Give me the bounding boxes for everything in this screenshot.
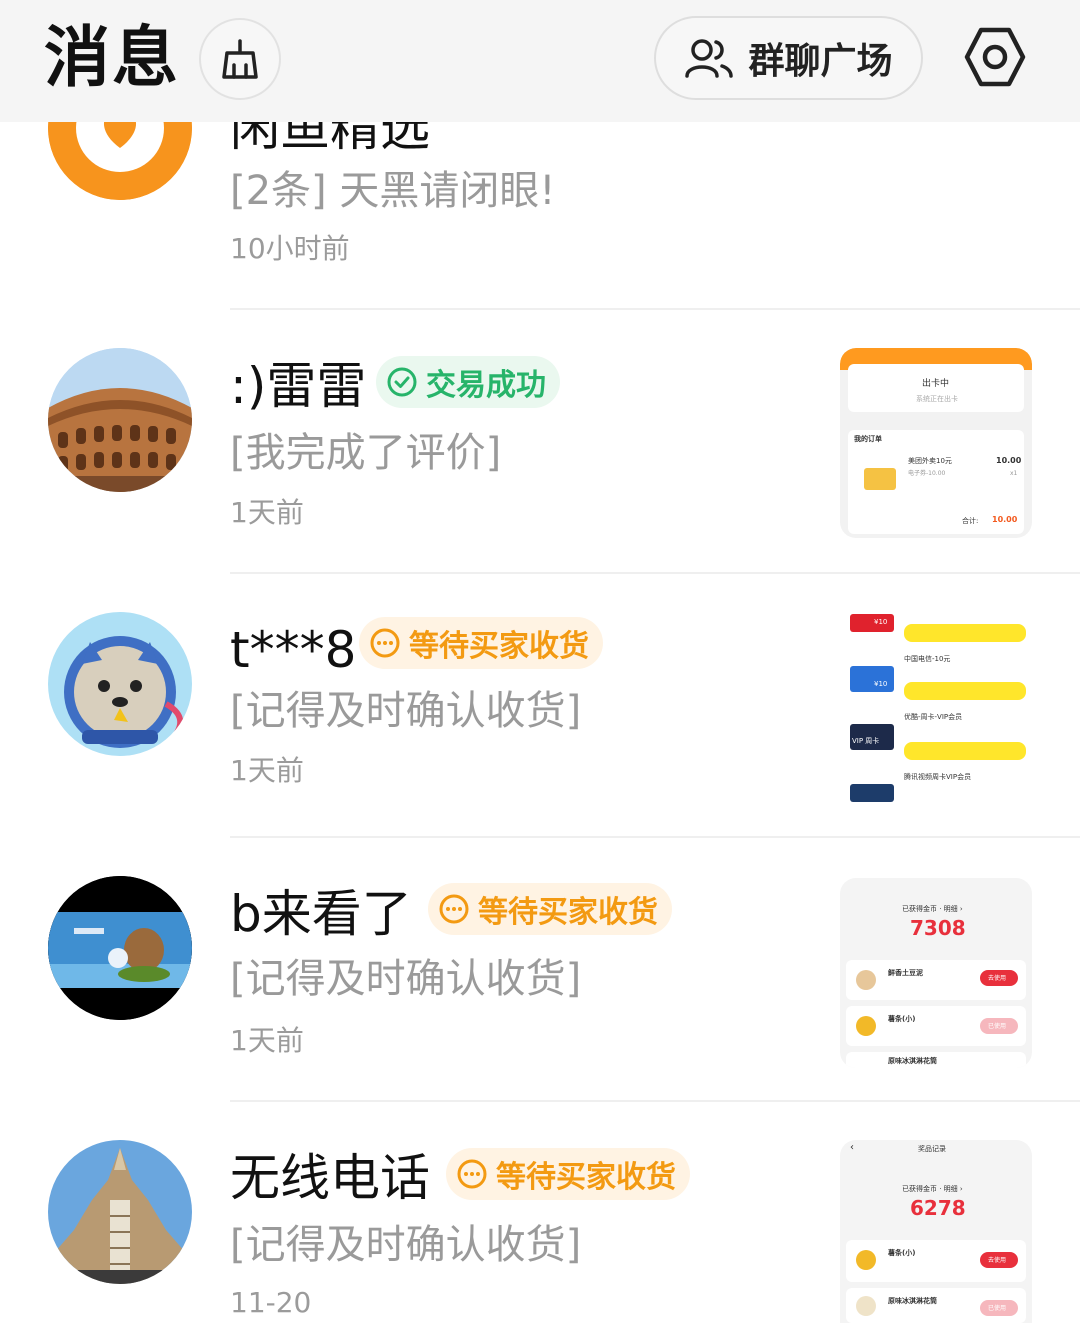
- users-icon: [685, 39, 734, 78]
- status-text: 等待买家收货: [478, 895, 658, 930]
- top-bar: 消息 群聊广场: [0, 0, 1080, 122]
- thumb-item: 薯条(小): [888, 1249, 916, 1257]
- status-text: 交易成功: [426, 368, 546, 403]
- colosseum-photo: [48, 348, 192, 492]
- chevron-left-icon: ‹: [850, 1142, 854, 1153]
- video-frame-avatar: [48, 876, 192, 1020]
- conversation-name: t***8: [230, 621, 357, 679]
- status-text: 等待买家收货: [409, 629, 589, 664]
- thumb-total-label: 合计:: [962, 517, 979, 525]
- temple-photo: [48, 1140, 192, 1284]
- avatar[interactable]: [48, 876, 192, 1020]
- settings-button[interactable]: [962, 24, 1028, 90]
- timestamp: 11-20: [230, 1286, 312, 1319]
- timestamp: 1天前: [230, 754, 304, 787]
- thumb-header: 已获得金币 · 明细 ›: [902, 905, 963, 913]
- last-message-preview: [记得及时确认收货]: [230, 956, 582, 1002]
- status-badge: 等待买家收货: [428, 883, 672, 935]
- thumb-product-sub: 电子券-10.00: [908, 470, 946, 477]
- thumb-btn: 去使用: [988, 975, 1007, 982]
- thumb-item: 薯条(小): [888, 1015, 916, 1023]
- item-thumbnail[interactable]: 出卡中 系统正在出卡 我的订单 美团外卖10元 电子券-10.00 10.00 …: [840, 348, 1032, 538]
- item-thumbnail[interactable]: 已获得金币 · 明细 › 7308 鲜香土豆泥 去使用 薯条(小) 已使用 原味…: [840, 878, 1032, 1068]
- clear-unread-button[interactable]: [199, 18, 281, 100]
- thumb-header: 已获得金币 · 明细 ›: [902, 1185, 963, 1193]
- thumb-total: 10.00: [992, 515, 1018, 524]
- gear-icon: [964, 27, 1026, 87]
- last-message-preview: [2条] 天黑请闭眼!: [230, 168, 556, 214]
- more-circle-icon: [370, 628, 400, 658]
- thumb-card-label: ¥10: [874, 618, 888, 626]
- seal-astronaut-avatar: [48, 612, 192, 756]
- item-thumbnail[interactable]: ¥10 中国电信-10元 ¥10 优酷-周卡-VIP会员 VIP 周卡 腾讯视频…: [840, 612, 1032, 802]
- group-chat-plaza-button[interactable]: 群聊广场: [654, 16, 923, 100]
- timestamp: 1天前: [230, 1024, 304, 1057]
- check-circle-icon: [387, 367, 417, 397]
- thumb-title: 出卡中: [922, 379, 950, 389]
- thumb-subtitle: 系统正在出卡: [916, 395, 958, 403]
- last-message-preview: [记得及时确认收货]: [230, 1222, 582, 1268]
- status-badge: 交易成功: [376, 356, 560, 408]
- item-thumbnail[interactable]: ‹ 奖品记录 已获得金币 · 明细 › 6278 薯条(小) 去使用 原味冰淇淋…: [840, 1140, 1032, 1323]
- status-text: 等待买家收货: [496, 1160, 676, 1195]
- timestamp: 1天前: [230, 496, 304, 529]
- thumb-card-label: VIP 周卡: [852, 737, 880, 745]
- thumb-page-title: 奖品记录: [918, 1145, 946, 1153]
- thumb-item: 原味冰淇淋花筒: [888, 1057, 937, 1065]
- broom-icon: [222, 39, 258, 79]
- conversation-item[interactable]: t***8 等待买家收货 [记得及时确认收货] 1天前 ¥10 中国电信-10元…: [0, 574, 1080, 838]
- thumb-section: 我的订单: [854, 435, 882, 443]
- thumb-item: 鲜香土豆泥: [888, 969, 923, 977]
- conversation-list[interactable]: 闲鱼精选 [2条] 天黑请闭眼! 10小时前:)雷雷 交易成功 [我完成了评价…: [0, 0, 1080, 1323]
- thumb-price: 10.00: [996, 456, 1022, 465]
- more-circle-icon: [439, 894, 469, 924]
- avatar[interactable]: [48, 348, 192, 492]
- conversation-item[interactable]: 无线电话 等待买家收货 [记得及时确认收货] 11-20 ‹ 奖品记录 已获得金…: [0, 1102, 1080, 1323]
- thumb-coins: 7308: [910, 916, 966, 940]
- thumb-product: 美团外卖10元: [908, 457, 952, 465]
- last-message-preview: [记得及时确认收货]: [230, 688, 582, 734]
- thumb-coins: 6278: [910, 1196, 966, 1220]
- thumb-row: 腾讯视频周卡VIP会员: [904, 773, 972, 781]
- last-message-preview: [我完成了评价]: [230, 430, 502, 476]
- thumb-qty: x1: [1010, 470, 1018, 477]
- conversation-name: b来看了: [230, 885, 412, 943]
- conversation-item[interactable]: :)雷雷 交易成功 [我完成了评价] 1天前 出卡中 系统正在出卡 我的订单 美…: [0, 310, 1080, 574]
- thumb-btn: 已使用: [988, 1023, 1007, 1030]
- conversation-item[interactable]: b来看了 等待买家收货 [记得及时确认收货] 1天前 已获得金币 · 明细 › …: [0, 838, 1080, 1102]
- group-chat-plaza-label: 群聊广场: [748, 41, 893, 82]
- avatar[interactable]: [48, 1140, 192, 1284]
- thumb-btn: 去使用: [988, 1257, 1007, 1264]
- thumb-row: 优酷-周卡-VIP会员: [904, 713, 963, 721]
- thumb-row: 中国电信-10元: [904, 655, 951, 663]
- thumb-card-label: ¥10: [874, 680, 888, 688]
- status-badge: 等待买家收货: [359, 617, 603, 669]
- thumb-btn: 已使用: [988, 1305, 1007, 1312]
- avatar[interactable]: [48, 612, 192, 756]
- conversation-name: :)雷雷: [230, 357, 367, 415]
- conversation-name: 无线电话: [230, 1149, 430, 1207]
- status-badge: 等待买家收货: [446, 1148, 690, 1200]
- thumb-item: 原味冰淇淋花筒: [888, 1297, 937, 1305]
- page-title: 消息: [44, 19, 180, 96]
- timestamp: 10小时前: [230, 232, 350, 265]
- more-circle-icon: [457, 1159, 487, 1189]
